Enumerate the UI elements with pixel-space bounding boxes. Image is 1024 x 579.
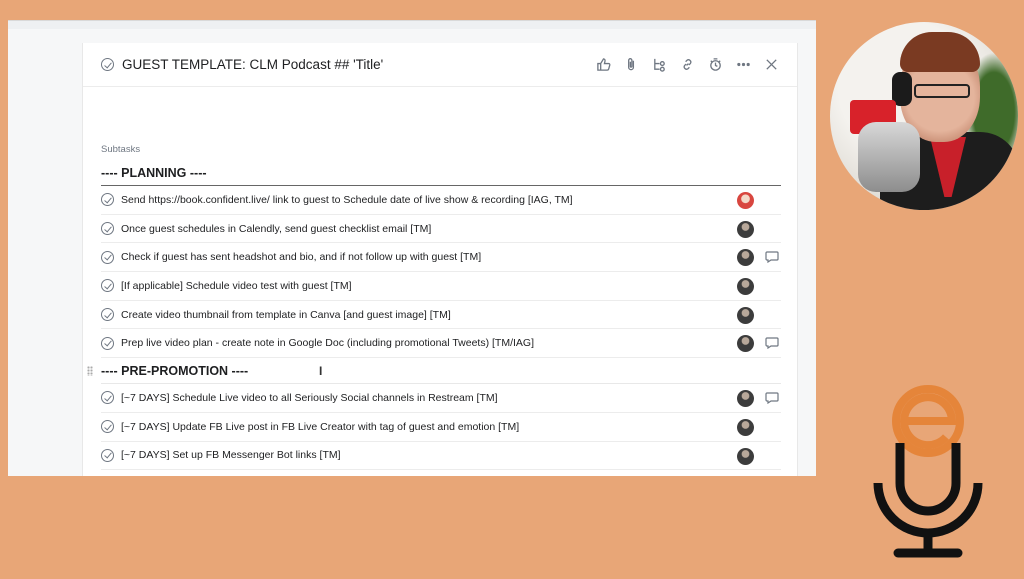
complete-subtask-check-icon[interactable] [101, 448, 114, 462]
attachment-icon[interactable] [623, 57, 639, 73]
drag-handle-icon[interactable] [87, 366, 93, 377]
subtask-text[interactable]: [If applicable] Schedule video test with… [121, 280, 352, 292]
presenter-webcam [830, 22, 1018, 210]
complete-subtask-check-icon[interactable] [101, 250, 114, 264]
complete-subtask-check-icon[interactable] [101, 391, 114, 405]
subtask-row[interactable]: Create video thumbnail from template in … [101, 301, 781, 330]
timer-icon[interactable] [707, 57, 723, 73]
complete-task-check-icon[interactable] [101, 58, 114, 71]
assignee-avatar[interactable] [737, 192, 754, 209]
subtask-row[interactable]: [~7 DAYS] Schedule Live video to all Ser… [101, 384, 781, 413]
subtask-row[interactable]: Send https://book.confident.live/ link t… [101, 186, 781, 215]
assignee-avatar[interactable] [737, 390, 754, 408]
section-planning[interactable]: ---- PLANNING ---- [101, 160, 781, 186]
presenter-hair [900, 32, 980, 72]
subtask-row[interactable]: [If applicable] Schedule video test with… [101, 272, 781, 301]
microphone-icon [858, 122, 920, 192]
window-top-bar [8, 21, 816, 29]
complete-subtask-check-icon[interactable] [101, 308, 114, 322]
assignee-avatar[interactable] [737, 418, 754, 436]
task-toolbar [595, 57, 779, 73]
subtask-text[interactable]: Once guest schedules in Calendly, send g… [121, 223, 431, 235]
thumbs-up-icon[interactable] [595, 57, 611, 73]
comment-icon[interactable] [765, 392, 779, 405]
complete-subtask-check-icon[interactable] [101, 193, 114, 207]
subtask-text[interactable]: Send https://book.confident.live/ link t… [121, 194, 573, 206]
subtask-text[interactable]: Create video thumbnail from template in … [121, 309, 451, 321]
subtask-icon[interactable] [651, 57, 667, 73]
more-icon[interactable] [735, 57, 751, 73]
comment-icon[interactable] [765, 337, 779, 350]
subtask-text[interactable]: Prep live video plan - create note in Go… [121, 337, 534, 349]
complete-subtask-check-icon[interactable] [101, 336, 114, 350]
subtask-row[interactable]: [~7 DAYS] Update FB Live post in FB Live… [101, 413, 781, 442]
section-pre-promotion[interactable]: ---- PRE-PROMOTION ---- I [87, 358, 781, 385]
subtask-row[interactable]: Check if guest has sent headshot and bio… [101, 243, 781, 273]
assignee-avatar[interactable] [737, 220, 754, 238]
subtask-text[interactable]: [~7 DAYS] Update FB Live post in FB Live… [121, 421, 519, 433]
presenter-glasses [914, 84, 970, 98]
task-detail-panel: GUEST TEMPLATE: CLM Podcast ## 'Title' S… [82, 43, 798, 476]
complete-subtask-check-icon[interactable] [101, 420, 114, 434]
assignee-avatar[interactable] [737, 278, 754, 296]
close-icon[interactable] [763, 57, 779, 73]
app-window: GUEST TEMPLATE: CLM Podcast ## 'Title' S… [8, 20, 816, 476]
complete-subtask-check-icon[interactable] [101, 222, 114, 236]
subtask-list: ---- PLANNING ---- Send https://book.con… [87, 160, 781, 471]
subtask-text[interactable]: [~7 DAYS] Set up FB Messenger Bot links … [121, 449, 341, 461]
subtask-row[interactable]: [~7 DAYS] Set up FB Messenger Bot links … [101, 442, 781, 471]
assignee-avatar[interactable] [737, 335, 754, 353]
subtask-text[interactable]: [~7 DAYS] Schedule Live video to all Ser… [121, 392, 498, 404]
task-header: GUEST TEMPLATE: CLM Podcast ## 'Title' [83, 43, 797, 87]
podcast-microphone-logo-icon [873, 385, 983, 558]
comment-icon[interactable] [765, 251, 779, 264]
section-title: ---- PLANNING ---- [101, 165, 207, 180]
assignee-avatar[interactable] [737, 447, 754, 465]
subtask-text[interactable]: Check if guest has sent headshot and bio… [121, 251, 481, 263]
subtasks-label: Subtasks [101, 144, 141, 155]
assignee-avatar[interactable] [737, 306, 754, 324]
section-title: ---- PRE-PROMOTION ---- [101, 363, 249, 378]
subtask-row[interactable]: Once guest schedules in Calendly, send g… [101, 215, 781, 244]
link-icon[interactable] [679, 57, 695, 73]
subtask-row[interactable]: Prep live video plan - create note in Go… [101, 329, 781, 359]
assignee-avatar[interactable] [737, 249, 754, 267]
complete-subtask-check-icon[interactable] [101, 279, 114, 293]
task-title[interactable]: GUEST TEMPLATE: CLM Podcast ## 'Title' [122, 57, 383, 72]
text-cursor-icon: I [319, 364, 323, 379]
